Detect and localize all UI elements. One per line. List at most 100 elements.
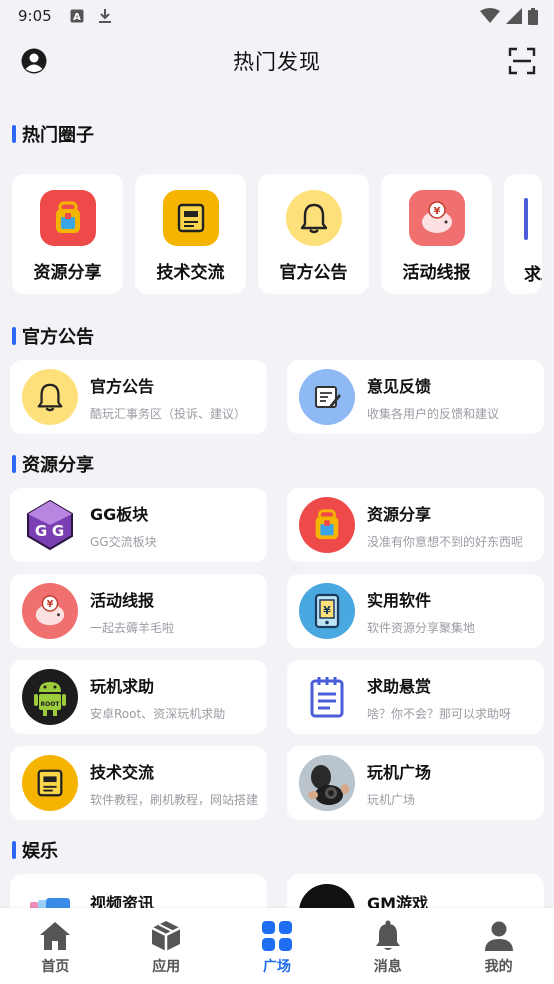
phone-yuan-icon: ¥ [299, 583, 355, 639]
bell-icon [22, 369, 78, 425]
nav-label: 应用 [152, 959, 181, 975]
gg-logo-icon: GG [22, 497, 78, 553]
section-title-resources-text: 资源分享 [22, 455, 94, 476]
section-title-entertainment-text: 娱乐 [22, 841, 58, 862]
hot-circles-row: 资源分享 技术交流 官方公告 ¥ 活动线报 求助悬赏 [12, 174, 542, 294]
hot-circle-label: 官方公告 [279, 263, 348, 283]
home-icon [40, 922, 71, 950]
card-desc: 收集各用户的反馈和建议 [367, 406, 500, 421]
card-desc: 一起去薅羊毛啦 [90, 620, 175, 635]
feedback-icon [299, 369, 355, 425]
page-title: 热门发现 [233, 50, 321, 74]
hot-circle-card[interactable]: 资源分享 [12, 174, 123, 294]
card-title: 玩机求助 [90, 676, 155, 696]
card-title: 求助悬赏 [367, 676, 432, 696]
nav-label: 我的 [484, 959, 513, 975]
hot-circle-label: 求助悬赏 [524, 265, 542, 285]
announce-grid: 官方公告 酷玩汇事务区（投诉、建议） 意见反馈 收集各用户的反馈和建议 [10, 360, 544, 434]
svg-text:A: A [73, 12, 81, 23]
hot-circle-label: 资源分享 [33, 263, 102, 283]
battery-icon [528, 7, 538, 25]
notepad-icon [299, 669, 355, 725]
bell-icon [375, 920, 400, 950]
section-title-hot: 热门圈子 [0, 119, 94, 149]
nav-item-profile[interactable]: 我的 [443, 908, 554, 984]
card-title: 官方公告 [90, 376, 155, 396]
card-desc: GG交流板块 [90, 534, 157, 549]
piggy-bank-icon: ¥ [22, 583, 78, 639]
section-bar [12, 841, 16, 859]
hot-circle-card[interactable]: ¥ 活动线报 [381, 174, 492, 294]
card-desc: 酷玩汇事务区（投诉、建议） [90, 406, 247, 421]
forum-card[interactable]: 技术交流 软件教程，刷机教程，网站搭建 [10, 746, 267, 820]
top-bar: 热门发现 [0, 32, 554, 90]
nav-label: 广场 [262, 959, 291, 975]
card-title: GG板块 [90, 504, 149, 524]
card-title: 意见反馈 [367, 376, 432, 396]
svg-text:¥: ¥ [433, 206, 440, 217]
forum-card[interactable]: GG GG板块 GG交流板块 [10, 488, 267, 562]
card-desc: 没准有你意想不到的好东西呢 [367, 534, 524, 549]
nav-item-home[interactable]: 首页 [0, 908, 111, 984]
keyboard-a-icon: A [70, 9, 84, 23]
card-title: 玩机广场 [367, 762, 432, 782]
hot-circle-label: 技术交流 [156, 263, 225, 283]
signal-icon [506, 8, 522, 24]
card-desc: 啥？你不会？那可以求助呀 [367, 706, 512, 721]
section-title-announce-text: 官方公告 [22, 327, 94, 348]
status-bar: 9:05 A [0, 0, 554, 32]
forum-card[interactable]: ¥ 实用软件 软件资源分享聚集地 [287, 574, 544, 648]
backpack-icon [39, 190, 96, 246]
card-title: 实用软件 [367, 590, 432, 610]
section-bar [12, 455, 16, 473]
backpack-icon [299, 497, 355, 553]
nav-item-apps[interactable]: 应用 [111, 908, 222, 984]
download-icon [98, 9, 111, 23]
svg-text:G: G [52, 522, 64, 540]
forum-card[interactable]: 官方公告 酷玩汇事务区（投诉、建议） [10, 360, 267, 434]
box-icon [151, 921, 181, 951]
forum-card[interactable]: 资源分享 没准有你意想不到的好东西呢 [287, 488, 544, 562]
notepad-icon [524, 198, 528, 240]
nav-label: 消息 [373, 959, 402, 975]
svg-text:¥: ¥ [47, 599, 54, 610]
forum-card[interactable]: 求助悬赏 啥？你不会？那可以求助呀 [287, 660, 544, 734]
section-title-resources: 资源分享 [0, 449, 94, 479]
hot-circle-label: 活动线报 [402, 263, 471, 283]
section-bar [12, 327, 16, 345]
card-desc: 软件资源分享聚集地 [367, 620, 476, 635]
forum-card[interactable]: 玩机广场 玩机广场 [287, 746, 544, 820]
section-title-entertainment: 娱乐 [0, 835, 58, 865]
card-title: 技术交流 [90, 762, 155, 782]
nav-label: 首页 [41, 959, 70, 975]
card-title: 活动线报 [90, 590, 155, 610]
forum-card[interactable]: 意见反馈 收集各用户的反馈和建议 [287, 360, 544, 434]
person-icon [484, 921, 513, 951]
nav-item-square[interactable]: 广场 [222, 908, 333, 984]
svg-text:¥: ¥ [323, 604, 331, 617]
card-title: 资源分享 [367, 504, 432, 524]
hot-circle-card[interactable]: 官方公告 [258, 174, 369, 294]
document-icon [162, 190, 219, 246]
bottom-nav: 首页 应用 广场 消息 我的 [0, 908, 554, 984]
wifi-icon [480, 8, 500, 23]
section-bar [12, 125, 16, 143]
user-avatar-icon[interactable] [20, 47, 48, 75]
resource-grid: GG GG板块 GG交流板块 资源分享 没准有你意想不到的好东西呢 ¥ 活动线报… [10, 488, 544, 820]
forum-card[interactable]: ¥ 活动线报 一起去薅羊毛啦 [10, 574, 267, 648]
status-time: 9:05 [18, 7, 52, 25]
forum-card[interactable]: ROOT 玩机求助 安卓Root、资深玩机求助 [10, 660, 267, 734]
hot-circle-card[interactable]: 求助悬赏 [504, 174, 542, 294]
hot-circle-card[interactable]: 技术交流 [135, 174, 246, 294]
piggy-bank-icon: ¥ [408, 190, 465, 246]
svg-text:G: G [35, 522, 47, 540]
card-desc: 玩机广场 [367, 792, 416, 807]
section-title-hot-text: 热门圈子 [22, 125, 94, 146]
grid-icon [261, 921, 292, 951]
scan-icon[interactable] [508, 47, 536, 75]
android-root-icon: ROOT [22, 669, 78, 725]
card-desc: 安卓Root、资深玩机求助 [90, 706, 226, 721]
nav-item-messages[interactable]: 消息 [332, 908, 443, 984]
section-title-announce: 官方公告 [0, 321, 94, 351]
card-desc: 软件教程，刷机教程，网站搭建 [90, 792, 259, 807]
